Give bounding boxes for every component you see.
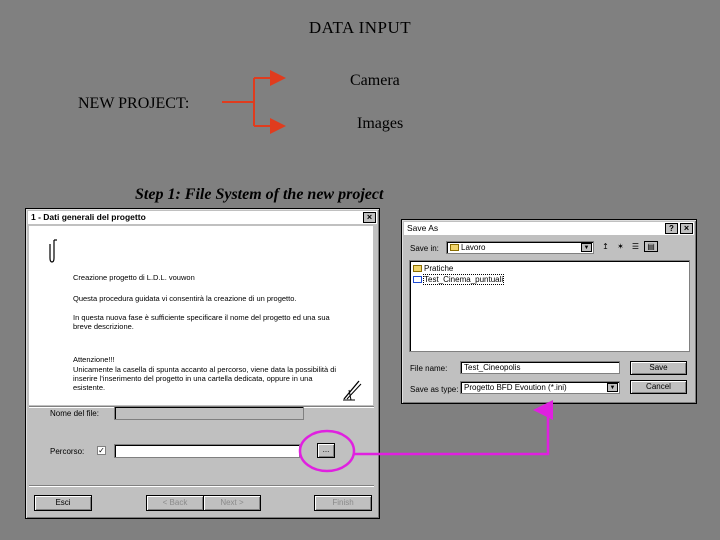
branch-arrows xyxy=(222,70,286,134)
browse-highlight xyxy=(298,400,553,473)
annotation-overlay xyxy=(222,70,553,473)
